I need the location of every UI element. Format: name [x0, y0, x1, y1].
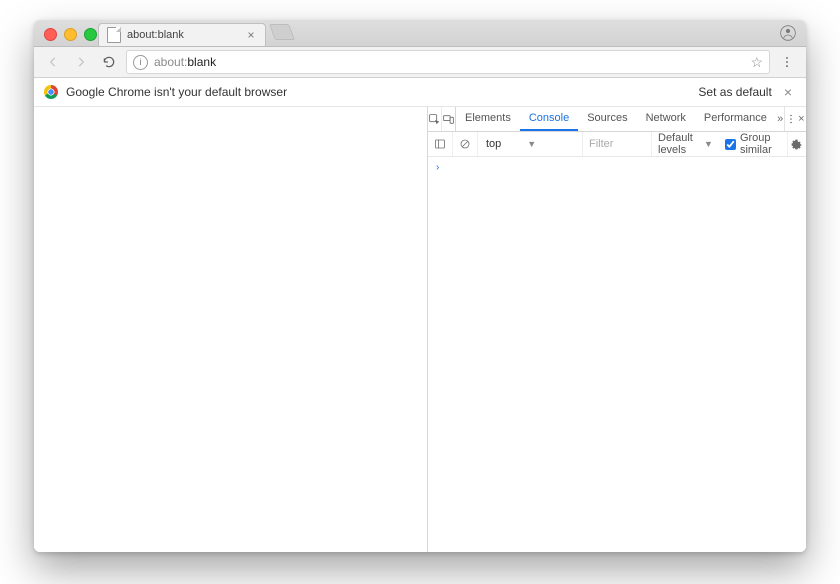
console-prompt-caret: › — [436, 162, 439, 173]
reload-button[interactable] — [98, 51, 120, 73]
url-text: about:blank — [154, 55, 216, 69]
tab-console[interactable]: Console — [520, 107, 578, 131]
page-icon — [107, 27, 121, 43]
browser-tab[interactable]: about:blank × — [98, 23, 266, 46]
caret-down-icon: ▼ — [527, 139, 536, 149]
clear-icon — [459, 138, 471, 150]
kebab-icon — [780, 55, 794, 69]
window-close-button[interactable] — [44, 28, 57, 41]
execution-context-selector[interactable]: top ▼ — [478, 132, 583, 156]
inspect-icon — [428, 113, 441, 126]
devtools-close-button[interactable]: × — [797, 107, 806, 131]
chrome-logo-icon — [44, 85, 58, 99]
devtools-menu-button[interactable] — [785, 107, 797, 131]
url-path: blank — [187, 55, 216, 69]
content-area: Elements Console Sources Network Perform… — [34, 107, 806, 552]
window-controls — [44, 28, 97, 41]
site-info-icon[interactable]: i — [133, 55, 148, 70]
console-body[interactable]: › — [428, 157, 806, 552]
tab-network[interactable]: Network — [637, 107, 695, 131]
tab-performance[interactable]: Performance — [695, 107, 776, 131]
sidebar-icon — [434, 138, 446, 150]
tab-strip: about:blank × — [34, 20, 806, 47]
devtools-tabbar: Elements Console Sources Network Perform… — [428, 107, 806, 132]
bookmark-star-icon[interactable]: ☆ — [750, 54, 763, 71]
clear-console-button[interactable] — [453, 132, 478, 156]
log-levels-selector[interactable]: Default levels ▼ — [651, 132, 719, 156]
page-viewport — [34, 107, 427, 552]
inspect-element-button[interactable] — [428, 107, 442, 131]
infobar-dismiss-button[interactable]: × — [780, 84, 796, 100]
tab-close-button[interactable]: × — [245, 29, 257, 41]
toggle-device-toolbar-button[interactable] — [442, 107, 456, 131]
tab-elements[interactable]: Elements — [456, 107, 520, 131]
caret-down-icon: ▼ — [704, 139, 713, 149]
tab-title: about:blank — [127, 29, 239, 41]
chrome-menu-button[interactable] — [776, 51, 798, 73]
arrow-left-icon — [46, 55, 60, 69]
reload-icon — [102, 55, 116, 69]
window-minimize-button[interactable] — [64, 28, 77, 41]
console-filter-input[interactable] — [589, 136, 645, 152]
infobar-message: Google Chrome isn't your default browser — [66, 85, 287, 99]
forward-button[interactable] — [70, 51, 92, 73]
gear-icon — [790, 138, 803, 151]
devtools-panel: Elements Console Sources Network Perform… — [427, 107, 806, 552]
set-default-button[interactable]: Set as default — [698, 85, 771, 99]
address-bar[interactable]: i about:blank ☆ — [126, 50, 770, 74]
profile-button[interactable] — [780, 25, 796, 41]
device-icon — [442, 113, 455, 126]
back-button[interactable] — [42, 51, 64, 73]
group-similar-toggle[interactable]: Group similar — [719, 132, 787, 156]
toolbar: i about:blank ☆ — [34, 47, 806, 78]
kebab-icon — [785, 113, 797, 125]
group-similar-checkbox[interactable] — [725, 139, 736, 150]
url-scheme: about: — [154, 55, 187, 69]
default-browser-infobar: Google Chrome isn't your default browser… — [34, 78, 806, 107]
console-toolbar: top ▼ Default levels ▼ Group similar — [428, 132, 806, 157]
window-zoom-button[interactable] — [84, 28, 97, 41]
new-tab-button[interactable] — [269, 24, 295, 40]
chrome-window: about:blank × — [34, 20, 806, 552]
tab-sources[interactable]: Sources — [578, 107, 636, 131]
context-label: top — [486, 138, 501, 150]
user-icon — [780, 25, 796, 41]
group-similar-label: Group similar — [740, 132, 781, 156]
levels-label: Default levels — [658, 132, 700, 156]
tabs-overflow-button[interactable]: » — [776, 107, 784, 131]
console-settings-button[interactable] — [787, 132, 806, 156]
arrow-right-icon — [74, 55, 88, 69]
toggle-console-sidebar-button[interactable] — [428, 132, 453, 156]
